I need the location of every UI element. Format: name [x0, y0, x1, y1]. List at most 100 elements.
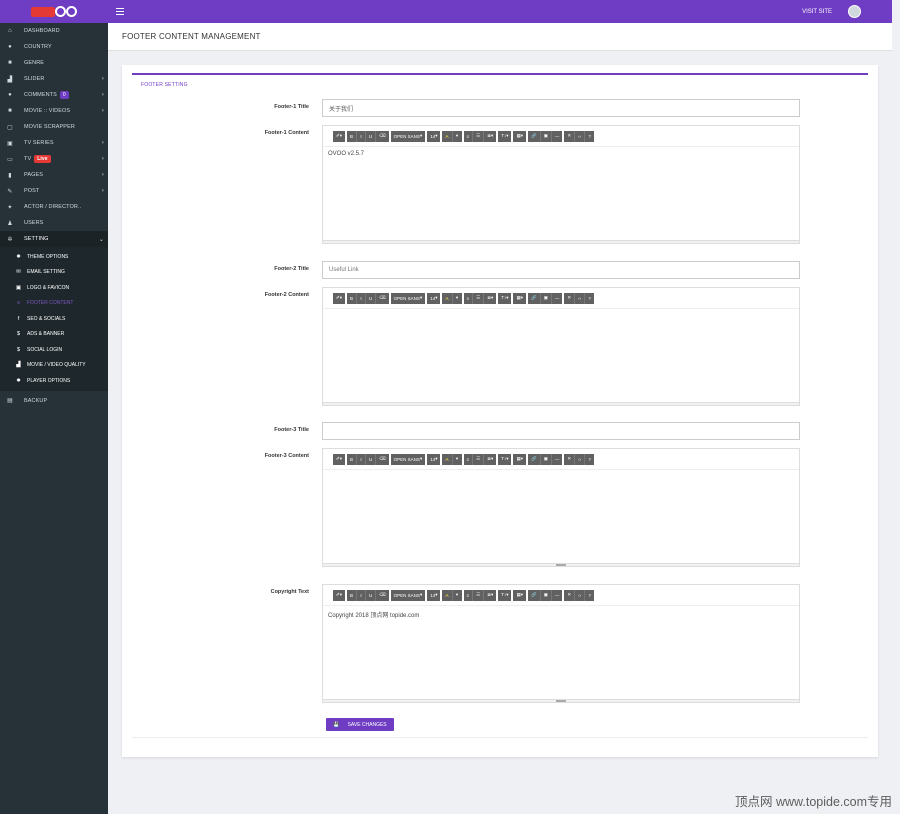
italic-icon[interactable]: I: [357, 292, 367, 304]
unordered-list-icon[interactable]: ≡: [463, 130, 474, 142]
eraser-icon[interactable]: ⌫: [376, 292, 389, 304]
app-logo[interactable]: [31, 6, 77, 17]
color-caret-icon[interactable]: ▾: [452, 292, 462, 304]
visit-site-link[interactable]: VISIT SITE: [802, 9, 832, 15]
font-name-dropdown[interactable]: OPEN SANS ▾: [390, 589, 426, 601]
sidebar-item-comments[interactable]: ● COMMENTS 0 ›: [0, 87, 108, 103]
user-avatar[interactable]: [848, 5, 861, 18]
fullscreen-icon[interactable]: ✕: [564, 589, 576, 601]
magic-icon[interactable]: ✐▾: [333, 589, 346, 601]
fullscreen-icon[interactable]: ✕: [564, 130, 576, 142]
submenu-item-footer-content[interactable]: ≡ FOOTER CONTENT: [0, 296, 108, 312]
save-changes-button[interactable]: 💾 SAVE CHANGES: [326, 718, 394, 731]
align-icon[interactable]: ≣▾: [484, 589, 497, 601]
table-icon[interactable]: ▦▾: [513, 292, 526, 304]
link-icon[interactable]: 🔗: [528, 589, 541, 601]
editor-resize-handle[interactable]: [323, 563, 799, 566]
italic-icon[interactable]: I: [357, 589, 367, 601]
footer3-content-editor[interactable]: ✐▾ B I U ⌫ OPEN SANS ▾ 14 ▾ A ▾ ≡ ☰ ≣▾ T↕▾ ▦▾ 🔗 ▣ — ✕ ‹›?: [322, 448, 800, 567]
ordered-list-icon[interactable]: ☰: [473, 453, 485, 465]
link-icon[interactable]: 🔗: [528, 453, 541, 465]
text-color-icon[interactable]: A: [442, 130, 453, 142]
help-icon[interactable]: ?: [585, 589, 595, 601]
sidebar-item-slider[interactable]: ▟ SLIDER ›: [0, 71, 108, 87]
submenu-item-theme-options[interactable]: ✹ THEME OPTIONS: [0, 249, 108, 265]
line-height-icon[interactable]: T↕▾: [498, 292, 512, 304]
magic-icon[interactable]: ✐▾: [333, 453, 346, 465]
ordered-list-icon[interactable]: ☰: [473, 292, 485, 304]
hr-icon[interactable]: —: [551, 292, 563, 304]
font-size-dropdown[interactable]: 14 ▾: [427, 589, 441, 601]
font-size-dropdown[interactable]: 14 ▾: [427, 130, 441, 142]
sidebar-item-dashboard[interactable]: ⌂ DASHBOARD: [0, 23, 108, 39]
underline-icon[interactable]: U: [366, 130, 377, 142]
sidebar-item-pages[interactable]: ▮ PAGES ›: [0, 167, 108, 183]
footer1-content-text[interactable]: OVOO v2.5.7: [323, 147, 799, 161]
align-icon[interactable]: ≣▾: [484, 453, 497, 465]
italic-icon[interactable]: I: [357, 130, 367, 142]
editor-resize-handle[interactable]: [323, 699, 799, 702]
code-icon[interactable]: ‹›: [575, 589, 586, 601]
eraser-icon[interactable]: ⌫: [376, 130, 389, 142]
sidebar-item-post[interactable]: ✎ POST ›: [0, 183, 108, 199]
bold-icon[interactable]: B: [347, 453, 358, 465]
code-icon[interactable]: ‹›: [575, 453, 586, 465]
eraser-icon[interactable]: ⌫: [376, 589, 389, 601]
footer2-title-input[interactable]: Useful Link: [322, 261, 800, 279]
picture-icon[interactable]: ▣: [540, 589, 552, 601]
footer2-content-editor[interactable]: ✐▾ B I U ⌫ OPEN SANS ▾ 14 ▾ A ▾ ≡ ☰ ≣▾ T↕▾ ▦▾ 🔗 ▣ — ✕ ‹›?: [322, 287, 800, 406]
font-name-dropdown[interactable]: OPEN SANS ▾: [390, 292, 426, 304]
underline-icon[interactable]: U: [366, 453, 377, 465]
copyright-text[interactable]: Copyright 2018 顶点网 topide.com: [323, 606, 799, 623]
hr-icon[interactable]: —: [551, 589, 563, 601]
hr-icon[interactable]: —: [551, 453, 563, 465]
sidebar-item-actor-director[interactable]: ✦ ACTOR / DIRECTOR..: [0, 199, 108, 215]
unordered-list-icon[interactable]: ≡: [463, 453, 474, 465]
sidebar-item-genre[interactable]: ■ GENRE: [0, 55, 108, 71]
menu-toggle-icon[interactable]: [116, 7, 124, 16]
color-caret-icon[interactable]: ▾: [452, 589, 462, 601]
submenu-item-movie-video-quality[interactable]: ▟ MOVIE / VIDEO QUALITY: [0, 358, 108, 374]
magic-icon[interactable]: ✐▾: [333, 292, 346, 304]
line-height-icon[interactable]: T↕▾: [498, 589, 512, 601]
ordered-list-icon[interactable]: ☰: [473, 130, 485, 142]
code-icon[interactable]: ‹›: [575, 130, 586, 142]
magic-icon[interactable]: ✐▾: [333, 130, 346, 142]
sidebar-item-tv-series[interactable]: ▣ TV SERIES ›: [0, 135, 108, 151]
font-size-dropdown[interactable]: 14 ▾: [427, 292, 441, 304]
ordered-list-icon[interactable]: ☰: [473, 589, 485, 601]
sidebar-item-setting[interactable]: ✲ SETTING ⌄: [0, 231, 108, 247]
font-name-dropdown[interactable]: OPEN SANS ▾: [390, 453, 426, 465]
submenu-item-logo-favicon[interactable]: ▣ LOGO & FAVICON: [0, 280, 108, 296]
bold-icon[interactable]: B: [347, 589, 358, 601]
help-icon[interactable]: ?: [585, 292, 595, 304]
align-icon[interactable]: ≣▾: [484, 130, 497, 142]
font-name-dropdown[interactable]: OPEN SANS ▾: [390, 130, 426, 142]
submenu-item-seo-socials[interactable]: f SEO & SOCIALS: [0, 311, 108, 327]
editor-resize-handle[interactable]: [323, 402, 799, 405]
color-caret-icon[interactable]: ▾: [452, 130, 462, 142]
submenu-item-email-setting[interactable]: ✉ EMAIL SETTING: [0, 265, 108, 281]
submenu-item-ads-banner[interactable]: $ ADS & BANNER: [0, 327, 108, 343]
picture-icon[interactable]: ▣: [540, 292, 552, 304]
text-color-icon[interactable]: A: [442, 292, 453, 304]
align-icon[interactable]: ≣▾: [484, 292, 497, 304]
picture-icon[interactable]: ▣: [540, 453, 552, 465]
footer2-content-text[interactable]: [323, 309, 799, 317]
fullscreen-icon[interactable]: ✕: [564, 292, 576, 304]
text-color-icon[interactable]: A: [442, 453, 453, 465]
table-icon[interactable]: ▦▾: [513, 589, 526, 601]
bold-icon[interactable]: B: [347, 130, 358, 142]
hr-icon[interactable]: —: [551, 130, 563, 142]
fullscreen-icon[interactable]: ✕: [564, 453, 576, 465]
footer3-content-text[interactable]: [323, 470, 799, 478]
link-icon[interactable]: 🔗: [528, 292, 541, 304]
code-icon[interactable]: ‹›: [575, 292, 586, 304]
sidebar-item-movie-videos[interactable]: ■ MOVIE :: VIDEOS ›: [0, 103, 108, 119]
editor-resize-handle[interactable]: [323, 240, 799, 243]
eraser-icon[interactable]: ⌫: [376, 453, 389, 465]
submenu-item-social-login[interactable]: $ SOCIAL LOGIN: [0, 342, 108, 358]
sidebar-item-users[interactable]: ♟ USERS: [0, 215, 108, 231]
help-icon[interactable]: ?: [585, 130, 595, 142]
bold-icon[interactable]: B: [347, 292, 358, 304]
